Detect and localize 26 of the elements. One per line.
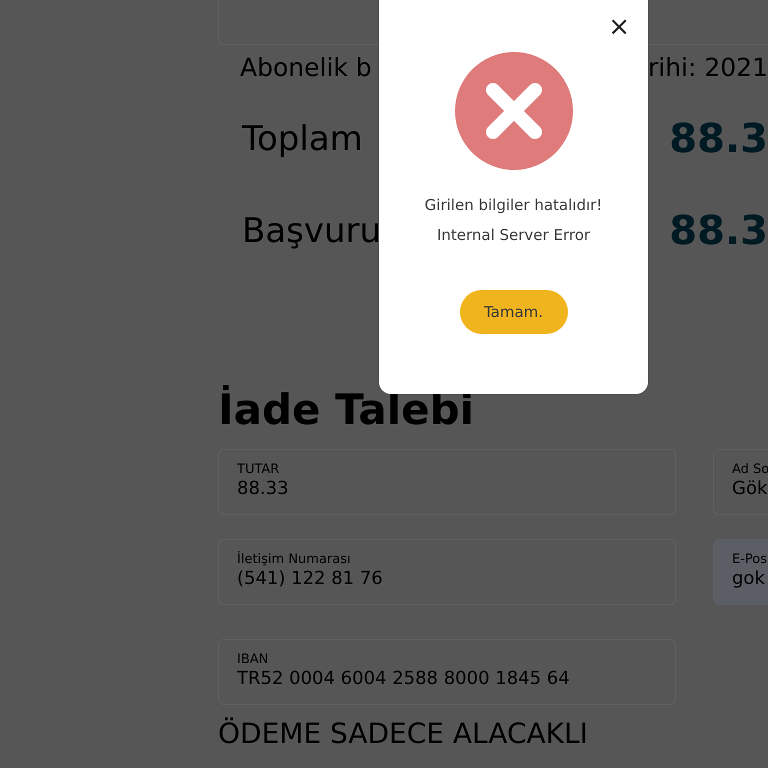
- section-title: İade Talebi: [218, 385, 476, 436]
- error-icon: [454, 52, 572, 170]
- error-detail: Internal Server Error: [436, 226, 590, 244]
- subscription-text: Abonelik b: [240, 53, 372, 84]
- field-value: 88.33: [237, 478, 290, 500]
- summary-amount: 88.3: [669, 116, 768, 162]
- summary-label: Toplam: [242, 119, 363, 159]
- field-label: E-Pos: [732, 552, 768, 568]
- close-button[interactable]: ×: [608, 14, 630, 40]
- input-field[interactable]: E-Pos gok: [713, 539, 768, 605]
- field-label: İletişim Numarası: [237, 552, 352, 568]
- field-value: (541) 122 81 76: [237, 568, 384, 590]
- ok-button[interactable]: Tamam.: [460, 290, 568, 334]
- summary-amount: 88.3: [669, 208, 768, 254]
- field-label: IBAN: [237, 652, 270, 668]
- input-field[interactable]: TUTAR 88.33: [218, 449, 676, 515]
- field-value: gok: [732, 568, 766, 590]
- summary-label: Başvuru: [242, 211, 382, 251]
- field-value: Gök: [732, 478, 768, 500]
- subscription-text: rihi: 2021: [648, 53, 768, 84]
- field-value: TR52 0004 6004 2588 8000 1845 64: [237, 668, 571, 690]
- payment-note: ÖDEME SADECE ALACAKLI: [218, 717, 589, 750]
- input-field[interactable]: IBAN TR52 0004 6004 2588 8000 1845 64: [218, 639, 676, 705]
- input-field[interactable]: İletişim Numarası (541) 122 81 76: [218, 539, 676, 605]
- error-message: Girilen bilgiler hatalıdır!: [424, 196, 602, 214]
- field-label: TUTAR: [237, 462, 280, 478]
